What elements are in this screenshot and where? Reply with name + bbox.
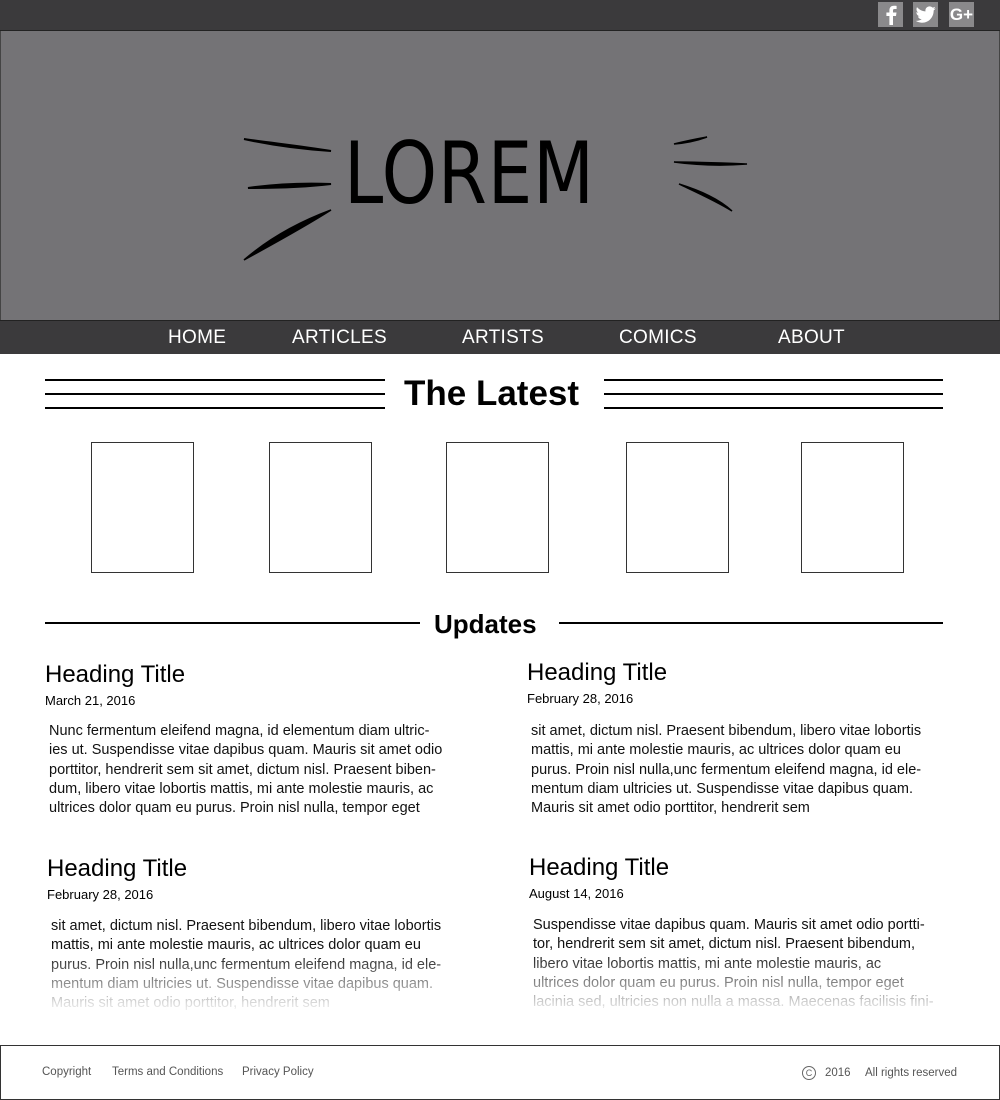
post-excerpt: sit amet, dictum nisl. Praesent bibendum… (51, 918, 442, 1012)
terms-link[interactable]: Terms and Conditions (112, 1066, 223, 1078)
google-plus-label: G+ (949, 4, 974, 24)
post-heading[interactable]: Heading Title (45, 661, 185, 689)
divider-line (45, 622, 420, 624)
post-date: February 28, 2016 (47, 887, 154, 902)
post-heading[interactable]: Heading Title (527, 659, 667, 687)
divider-line (559, 622, 943, 624)
site-logo[interactable]: LOREM (344, 131, 595, 217)
post-excerpt: Suspendisse vitae dapibus quam. Mauris s… (533, 917, 934, 1011)
post-date: August 14, 2016 (529, 886, 624, 901)
main-nav: HOME ARTICLES ARTISTS COMICS ABOUT (0, 320, 1000, 354)
facebook-icon[interactable] (878, 2, 903, 27)
post-excerpt: Nunc fermentum eleifend magna, id elemen… (49, 723, 443, 817)
latest-thumbnail[interactable] (626, 442, 729, 573)
divider-line (45, 379, 385, 381)
copyright-symbol: C (805, 1068, 813, 1078)
latest-thumbnail[interactable] (446, 442, 549, 573)
nav-about[interactable]: ABOUT (778, 327, 845, 349)
post-excerpt: sit amet, dictum nisl. Praesent bibendum… (531, 723, 922, 817)
twitter-icon[interactable] (913, 2, 938, 27)
latest-thumbnail[interactable] (801, 442, 904, 573)
latest-thumbnail[interactable] (269, 442, 372, 573)
rights-text: All rights reserved (865, 1067, 958, 1079)
privacy-link[interactable]: Privacy Policy (242, 1066, 314, 1078)
nav-artists[interactable]: ARTISTS (462, 327, 544, 349)
divider-line (45, 407, 385, 409)
google-plus-icon[interactable]: G+ (949, 2, 974, 27)
nav-comics[interactable]: COMICS (619, 327, 697, 349)
divider-line (604, 379, 943, 381)
copyright-year: 2016 (825, 1067, 851, 1079)
nav-home[interactable]: HOME (168, 327, 226, 349)
footer: Copyright Terms and Conditions Privacy P… (0, 1045, 1000, 1100)
divider-line (604, 393, 943, 395)
post-date: February 28, 2016 (527, 691, 634, 706)
divider-line (604, 407, 943, 409)
post-heading[interactable]: Heading Title (47, 855, 187, 883)
hero-banner: LOREM (0, 31, 1000, 320)
nav-articles[interactable]: ARTICLES (292, 327, 387, 349)
latest-thumbnail[interactable] (91, 442, 194, 573)
divider-line (45, 393, 385, 395)
post-date: March 21, 2016 (45, 693, 136, 708)
top-bar: G+ (0, 0, 1000, 31)
post-heading[interactable]: Heading Title (529, 854, 669, 882)
copyright-icon: C (802, 1066, 816, 1080)
updates-title: Updates (434, 609, 537, 639)
copyright-link[interactable]: Copyright (42, 1066, 91, 1078)
latest-title: The Latest (404, 374, 580, 413)
